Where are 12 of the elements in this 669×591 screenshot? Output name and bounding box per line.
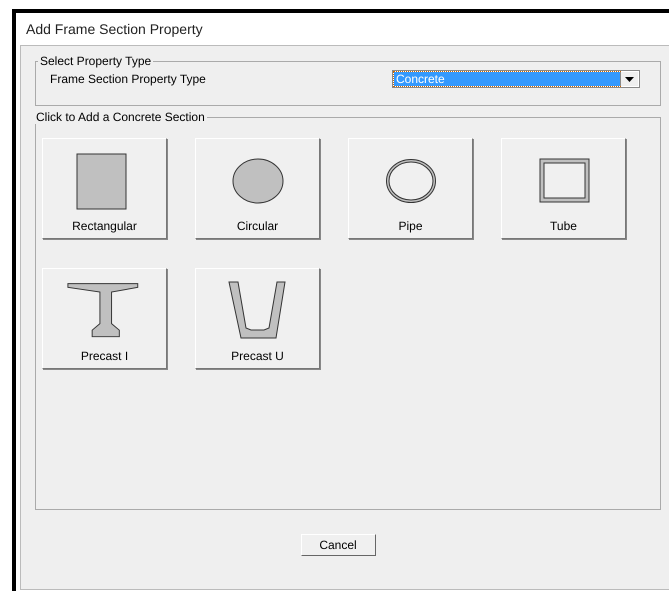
cancel-button[interactable]: Cancel [300, 534, 376, 556]
section-button[interactable]: Tube [501, 138, 626, 239]
section-button[interactable]: Precast U [195, 268, 320, 369]
group-legend: Click to Add a Concrete Section [34, 110, 207, 124]
window-title: Add Frame Section Property [26, 21, 203, 37]
section-button[interactable]: Rectangular [42, 138, 167, 239]
group-legend: Select Property Type [38, 54, 154, 68]
section-button[interactable]: Precast I [42, 268, 167, 369]
caret-icon [625, 76, 634, 82]
section-button[interactable]: Pipe [348, 138, 473, 239]
section-button[interactable]: Circular [195, 138, 320, 239]
field-label: Frame Section Property Type [50, 72, 206, 86]
